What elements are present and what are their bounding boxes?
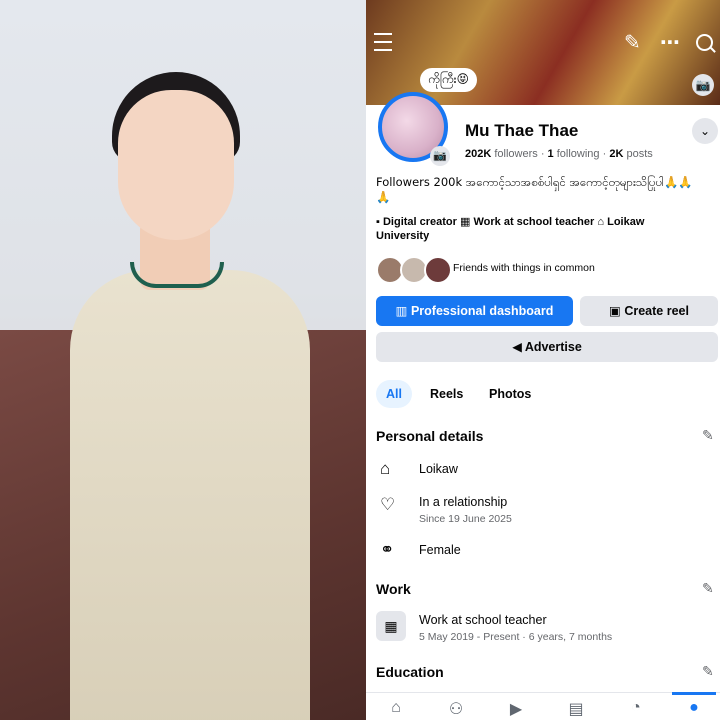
friends-text[interactable]: Friends with things in common	[453, 262, 595, 274]
education-title: Education	[376, 664, 444, 680]
reel-icon: ▣	[609, 304, 625, 318]
profile-icon[interactable]: ●	[682, 699, 706, 717]
advertise-label: Advertise	[524, 340, 582, 354]
notifications-icon[interactable]: ◔	[624, 699, 648, 717]
briefcase-icon: ▪	[376, 216, 380, 228]
portrait-photo	[0, 0, 366, 720]
relationship-since: Since 19 June 2025	[419, 513, 512, 525]
gender: Female	[419, 543, 461, 557]
profile-stats: 202K followers · 1 following · 2K posts	[465, 148, 653, 160]
personal-details-title: Personal details	[376, 428, 484, 444]
work-title: Work	[376, 581, 411, 597]
bio: Followers 200k အကောင့်သာအစစ်ပါရှင် အကောင…	[376, 175, 693, 204]
profile-name: Mu Thae Thae	[465, 121, 579, 140]
professional-dashboard-label: Professional dashboard	[410, 304, 554, 318]
friends-icon[interactable]: ⚇	[444, 699, 468, 719]
tab-reels[interactable]: Reels	[420, 380, 473, 408]
school-icon: ⌂	[597, 216, 605, 228]
necklace	[130, 262, 224, 288]
video-icon[interactable]: ▶	[504, 699, 528, 719]
create-reel-button[interactable]: ▣ Create reel	[580, 296, 718, 326]
search-icon[interactable]	[696, 34, 713, 51]
edit-personal-details-icon[interactable]: ✎	[702, 427, 714, 444]
fact-digital-creator: Digital creator	[382, 216, 457, 228]
job-period: 5 May 2019 - Present · 6 years, 7 months	[419, 631, 613, 643]
heart-icon: ♡	[380, 495, 396, 514]
cover-bubble: ကိုကြီး😝	[420, 68, 478, 92]
profile-panel: ✎ ⋯ 📷 ကိုကြီး😝 📷 Mu Thae Thae ⌄ 202K fol…	[366, 0, 720, 720]
advertise-button[interactable]: ◀ Advertise	[376, 332, 718, 362]
followers-label[interactable]: followers	[494, 148, 537, 160]
tab-all[interactable]: All	[376, 380, 412, 408]
bottom-nav: ⌂ ⚇ ▶ ▤ ◔ ●	[366, 692, 720, 720]
work-icon: ▦	[460, 216, 471, 228]
following-count[interactable]: 1	[548, 148, 554, 160]
pencil-icon[interactable]: ✎	[624, 33, 641, 53]
workplace-icon: ▦	[376, 611, 406, 641]
chevron-down-icon[interactable]: ⌄	[692, 118, 718, 144]
face	[118, 90, 234, 240]
job-title: Work at school teacher	[419, 613, 547, 627]
posts-count: 2K	[609, 148, 624, 160]
menu-icon[interactable]	[374, 33, 392, 51]
profile-facts: ▪ Digital creator ▦ Work at school teach…	[376, 215, 696, 243]
fact-work: Work at school teacher	[473, 216, 595, 228]
home-icon: ⌂	[380, 459, 391, 478]
following-label[interactable]: following	[557, 148, 600, 160]
dress	[70, 270, 310, 720]
city: Loikaw	[419, 462, 458, 476]
relationship-status: In a relationship	[419, 495, 508, 509]
posts-label: posts	[626, 148, 653, 160]
chart-icon: ▥	[395, 304, 411, 318]
active-tab-indicator	[672, 692, 716, 695]
create-reel-label: Create reel	[624, 304, 689, 318]
edit-education-icon[interactable]: ✎	[702, 663, 714, 680]
avatar-camera-icon[interactable]: 📷	[430, 146, 450, 166]
tab-photos[interactable]: Photos	[479, 380, 541, 408]
gender-icon: ⚭	[380, 540, 395, 559]
marketplace-icon[interactable]: ▤	[564, 699, 588, 719]
edit-work-icon[interactable]: ✎	[702, 580, 714, 597]
professional-dashboard-button[interactable]: ▥ Professional dashboard	[376, 296, 573, 326]
home-icon[interactable]: ⌂	[384, 699, 408, 717]
more-icon[interactable]: ⋯	[660, 33, 680, 53]
megaphone-icon: ◀	[512, 340, 525, 354]
followers-count[interactable]: 202K	[465, 148, 491, 160]
cover-camera-icon[interactable]: 📷	[692, 74, 714, 96]
friend-avatar[interactable]	[424, 256, 452, 284]
